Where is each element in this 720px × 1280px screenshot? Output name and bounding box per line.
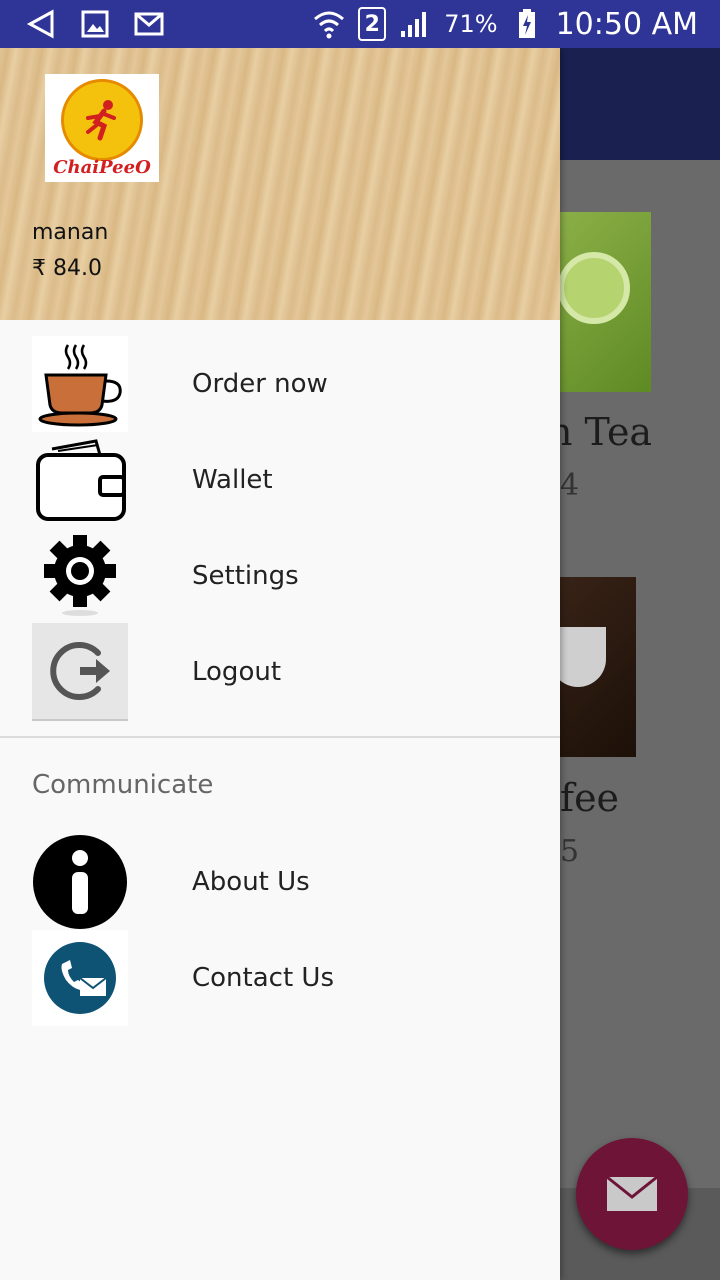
product-name-1: n Tea <box>548 410 653 454</box>
drawer-divider <box>0 736 560 738</box>
menu-item-logout[interactable]: Logout <box>0 623 560 721</box>
logo-text: ChaiPeeO <box>53 156 151 178</box>
menu-label-wallet: Wallet <box>192 465 273 495</box>
clock: 10:50 AM <box>555 6 698 42</box>
wallet-icon <box>32 432 128 528</box>
section-title-communicate: Communicate <box>32 770 214 800</box>
signal-icon <box>398 9 432 39</box>
product-price-2: 5 <box>560 834 580 869</box>
product-price-1: 4 <box>560 468 580 503</box>
menu-label-logout: Logout <box>192 657 282 687</box>
menu-label-about-us: About Us <box>192 867 310 897</box>
logout-icon <box>32 623 128 721</box>
menu-item-settings[interactable]: Settings <box>0 528 560 624</box>
app-logo: ChaiPeeO <box>45 74 159 182</box>
contact-icon <box>32 930 128 1026</box>
menu-item-about-us[interactable]: About Us <box>0 834 560 930</box>
wifi-icon <box>312 9 346 39</box>
tea-cup-icon <box>32 336 128 432</box>
mail-icon <box>132 9 166 39</box>
gallery-icon <box>78 9 112 39</box>
gear-icon <box>32 528 128 624</box>
status-bar: 2 71% 10:50 AM <box>0 0 720 48</box>
sim-indicator: 2 <box>358 7 387 41</box>
wallet-balance: ₹ 84.0 <box>32 256 102 281</box>
battery-percent: 71% <box>444 10 498 38</box>
menu-item-contact-us[interactable]: Contact Us <box>0 930 560 1026</box>
menu-item-wallet[interactable]: Wallet <box>0 432 560 528</box>
drawer-header: ChaiPeeO manan ₹ 84.0 <box>0 48 560 320</box>
menu-label-settings: Settings <box>192 561 299 591</box>
menu-item-order-now[interactable]: Order now <box>0 336 560 432</box>
menu-label-contact-us: Contact Us <box>192 963 334 993</box>
menu-label-order-now: Order now <box>192 369 328 399</box>
runner-icon <box>61 78 143 161</box>
user-name: manan <box>32 220 109 245</box>
product-name-2: fee <box>560 776 620 820</box>
envelope-icon <box>606 1175 658 1211</box>
back-triangle-icon <box>24 9 58 39</box>
battery-icon <box>510 9 544 39</box>
navigation-drawer: ChaiPeeO manan ₹ 84.0 Order now Wallet S… <box>0 48 560 1280</box>
mail-fab-button[interactable] <box>576 1138 688 1250</box>
info-icon <box>32 834 128 930</box>
